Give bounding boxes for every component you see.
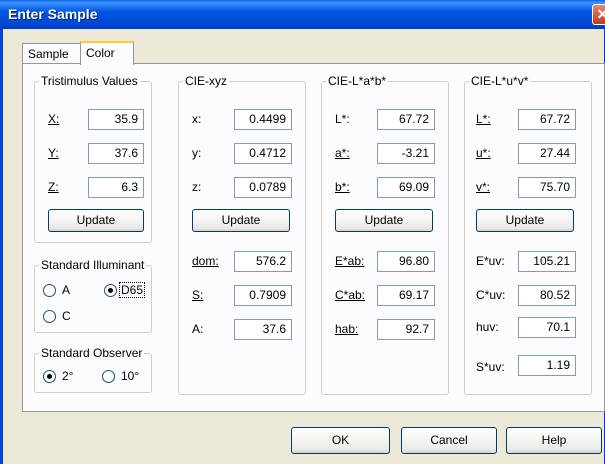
xyz-z-field[interactable]: 0.0789 — [234, 177, 292, 198]
luv-l-label: L*: — [476, 112, 491, 126]
cab-field[interactable]: 69.17 — [377, 285, 435, 306]
close-icon: ✕ — [596, 6, 605, 22]
cie-xyz-title: CIE-xyz — [183, 74, 229, 88]
illuminant-c-label: C — [62, 309, 71, 323]
huv-field[interactable]: 70.1 — [518, 317, 576, 338]
tristimulus-group: Tristimulus Values X: 35.9 Y: 37.6 Z: 6.… — [34, 74, 152, 243]
lab-update-button[interactable]: Update — [335, 209, 433, 232]
illuminant-a-label: A — [62, 283, 71, 297]
cuv-label: C*uv: — [476, 288, 506, 302]
z-field[interactable]: 6.3 — [88, 177, 144, 198]
observer-2deg-radio[interactable] — [43, 370, 56, 383]
cab-label: C*ab: — [335, 288, 366, 302]
tab-color[interactable]: Color — [80, 41, 134, 65]
tab-sample[interactable]: Sample — [22, 43, 82, 63]
luv-v-label: v*: — [476, 180, 491, 194]
hab-label: hab: — [335, 322, 359, 336]
cie-luv-title: CIE-L*u*v* — [469, 74, 531, 88]
luv-l-field[interactable]: 67.72 — [518, 109, 576, 130]
luv-v-field[interactable]: 75.70 — [518, 177, 576, 198]
a-field[interactable]: 37.6 — [234, 319, 292, 340]
tristimulus-title: Tristimulus Values — [39, 74, 140, 88]
xyz-x-label: x: — [192, 112, 202, 126]
suv-field[interactable]: 1.19 — [518, 355, 576, 376]
observer-2deg-label: 2° — [62, 369, 74, 383]
dom-field[interactable]: 576.2 — [234, 251, 292, 272]
x-field[interactable]: 35.9 — [88, 109, 144, 130]
y-field[interactable]: 37.6 — [88, 143, 144, 164]
cie-luv-group: CIE-L*u*v* L*: 67.72 u*: 27.44 v*: 75.70… — [464, 74, 592, 395]
xyz-y-label: y: — [192, 146, 202, 160]
xyz-y-field[interactable]: 0.4712 — [234, 143, 292, 164]
lab-b-field[interactable]: 69.09 — [377, 177, 435, 198]
illuminant-title: Standard Illuminant — [39, 258, 147, 272]
lab-a-label: a*: — [335, 146, 350, 160]
suv-label: S*uv: — [476, 360, 505, 374]
a-label: A: — [192, 322, 204, 336]
observer-title: Standard Observer — [39, 346, 145, 360]
x-label: X: — [48, 112, 60, 126]
s-label: S: — [192, 288, 204, 302]
color-tab-panel: Tristimulus Values X: 35.9 Y: 37.6 Z: 6.… — [22, 63, 605, 412]
observer-group: Standard Observer 2° 10° — [34, 346, 152, 393]
y-label: Y: — [48, 146, 59, 160]
illuminant-group: Standard Illuminant A D65 C — [34, 258, 152, 333]
title-bar: Enter Sample ✕ — [0, 0, 605, 29]
illuminant-c-radio[interactable] — [43, 310, 56, 323]
xyz-update-button[interactable]: Update — [192, 209, 290, 232]
observer-10deg-label: 10° — [121, 369, 140, 383]
cie-xyz-group: CIE-xyz x: 0.4499 y: 0.4712 z: 0.0789 Up… — [178, 74, 306, 395]
dom-label: dom: — [192, 254, 219, 268]
lab-a-field[interactable]: -3.21 — [377, 143, 435, 164]
xyz-z-label: z: — [192, 180, 202, 194]
s-field[interactable]: 0.7909 — [234, 285, 292, 306]
enter-sample-dialog: Enter Sample ✕ Sample Color Tristimulus … — [0, 0, 605, 464]
z-label: Z: — [48, 180, 59, 194]
help-button[interactable]: Help — [506, 427, 602, 454]
cie-lab-group: CIE-L*a*b* L*: 67.72 a*: -3.21 b*: 69.09… — [321, 74, 449, 395]
euv-field[interactable]: 105.21 — [518, 251, 576, 272]
luv-u-label: u*: — [476, 146, 491, 160]
illuminant-a-radio[interactable] — [43, 284, 56, 297]
cuv-field[interactable]: 80.52 — [518, 285, 576, 306]
lab-l-label: L*: — [335, 112, 350, 126]
close-button[interactable]: ✕ — [592, 4, 605, 25]
lab-b-label: b*: — [335, 180, 350, 194]
cancel-button[interactable]: Cancel — [401, 427, 497, 454]
illuminant-d65-radio[interactable] — [104, 284, 117, 297]
illuminant-d65-label: D65 — [121, 283, 144, 297]
window-frame — [0, 29, 3, 464]
luv-update-button[interactable]: Update — [476, 209, 574, 232]
ok-button[interactable]: OK — [291, 427, 390, 454]
xyz-x-field[interactable]: 0.4499 — [234, 109, 292, 130]
huv-label: huv: — [476, 320, 499, 334]
lab-l-field[interactable]: 67.72 — [377, 109, 435, 130]
cie-lab-title: CIE-L*a*b* — [326, 74, 389, 88]
luv-u-field[interactable]: 27.44 — [518, 143, 576, 164]
window-title: Enter Sample — [8, 6, 98, 22]
tristimulus-update-button[interactable]: Update — [48, 209, 144, 232]
euv-label: E*uv: — [476, 254, 505, 268]
hab-field[interactable]: 92.7 — [377, 319, 435, 340]
eab-field[interactable]: 96.80 — [377, 251, 435, 272]
eab-label: E*ab: — [335, 254, 365, 268]
observer-10deg-radio[interactable] — [102, 370, 115, 383]
